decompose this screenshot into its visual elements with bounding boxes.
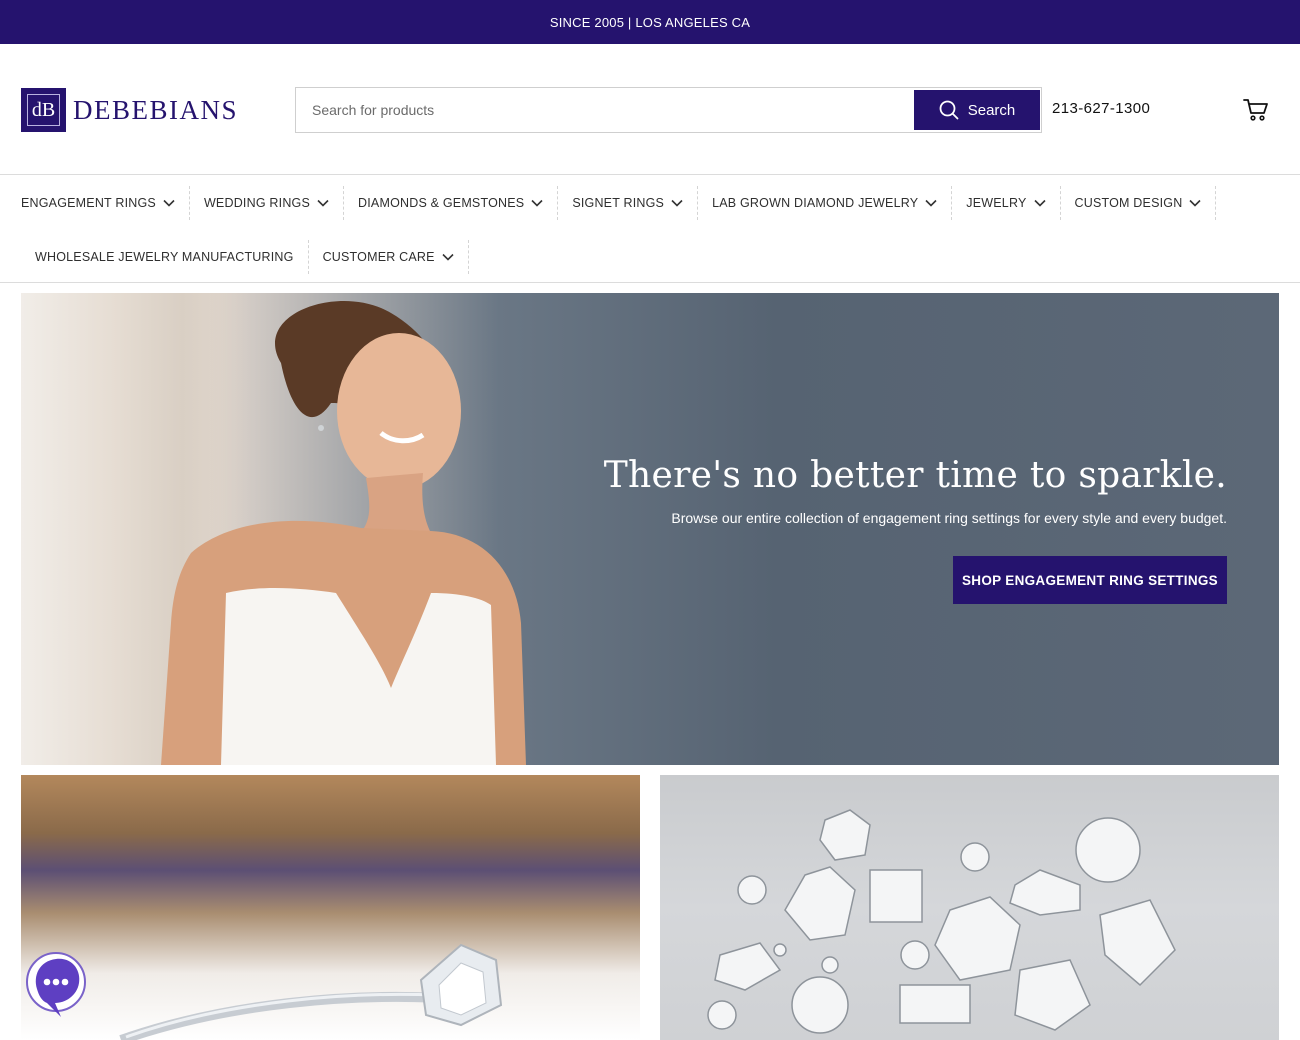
nav-item-custom-design[interactable]: CUSTOM DESIGN <box>1061 186 1217 220</box>
nav-item-signet-rings[interactable]: SIGNET RINGS <box>558 186 699 220</box>
search-button-label: Search <box>967 101 1016 119</box>
announcement-text: SINCE 2005 | LOS ANGELES CA <box>549 14 751 30</box>
chevron-down-icon <box>925 199 937 207</box>
site-header: dB DEBEBIANS Search 213-627-1300 <box>0 44 1300 175</box>
nav-item-label: DIAMONDS & GEMSTONES <box>358 196 525 210</box>
loose-diamonds-promo-tile[interactable] <box>660 775 1279 1040</box>
chevron-down-icon <box>1033 199 1046 207</box>
logo-mark: dB <box>21 88 66 132</box>
search-bar: Search <box>295 87 1042 133</box>
chat-bubble-icon[interactable] <box>25 951 87 1021</box>
engagement-ring-promo-tile[interactable] <box>21 775 640 1040</box>
hero-banner: There's no better time to sparkle. Brows… <box>21 293 1279 765</box>
nav-item-engagement-rings[interactable]: ENGAGEMENT RINGS <box>7 186 190 220</box>
chevron-down-icon <box>1189 199 1202 207</box>
nav-item-label: LAB GROWN DIAMOND JEWELRY <box>712 196 919 210</box>
nav-item-jewelry[interactable]: JEWELRY <box>952 186 1061 220</box>
nav-item-label: WHOLESALE JEWELRY MANUFACTURING <box>35 250 294 264</box>
announcement-bar: SINCE 2005 | LOS ANGELES CA <box>0 0 1300 44</box>
brand-logo[interactable]: dB DEBEBIANS <box>21 88 238 132</box>
main-navigation: ENGAGEMENT RINGS WEDDING RINGS DIAMONDS … <box>0 176 1300 283</box>
nav-item-wedding-rings[interactable]: WEDDING RINGS <box>190 186 345 220</box>
nav-item-label: WEDDING RINGS <box>203 196 311 210</box>
nav-item-label: SIGNET RINGS <box>572 196 665 210</box>
search-input[interactable] <box>296 88 911 132</box>
hero-subtitle: Browse our entire collection of engageme… <box>671 510 1227 526</box>
nav-item-lab-grown-diamond-jewelry[interactable]: LAB GROWN DIAMOND JEWELRY <box>698 186 953 220</box>
nav-row-1: ENGAGEMENT RINGS WEDDING RINGS DIAMONDS … <box>7 186 1217 220</box>
chevron-down-icon <box>163 199 175 207</box>
hero-model-image <box>161 301 526 765</box>
nav-item-label: CUSTOM DESIGN <box>1074 196 1183 210</box>
chevron-down-icon <box>671 199 683 207</box>
nav-item-customer-care[interactable]: CUSTOMER CARE <box>309 240 469 274</box>
nav-item-label: CUSTOMER CARE <box>322 250 435 264</box>
nav-item-wholesale-jewelry-manufacturing[interactable]: WHOLESALE JEWELRY MANUFACTURING <box>21 240 309 274</box>
chevron-down-icon <box>442 253 454 261</box>
nav-item-label: JEWELRY <box>966 196 1027 210</box>
cart-icon[interactable] <box>1243 98 1269 122</box>
shop-engagement-ring-settings-button[interactable]: SHOP ENGAGEMENT RING SETTINGS <box>953 556 1227 604</box>
nav-item-diamonds-gemstones[interactable]: DIAMONDS & GEMSTONES <box>344 186 559 220</box>
search-icon <box>939 100 959 120</box>
nav-row-2: WHOLESALE JEWELRY MANUFACTURING CUSTOMER… <box>21 240 469 274</box>
logo-monogram: dB <box>27 94 60 126</box>
hero-text-block: There's no better time to sparkle. Brows… <box>604 455 1227 526</box>
ring-image <box>119 943 503 1040</box>
phone-number[interactable]: 213-627-1300 <box>1052 100 1150 117</box>
chevron-down-icon <box>317 199 329 207</box>
loose-diamonds-image <box>707 809 1176 1034</box>
search-button[interactable]: Search <box>914 90 1040 130</box>
hero-title: There's no better time to sparkle. <box>603 455 1227 496</box>
chevron-down-icon <box>531 199 543 207</box>
brand-name: DEBEBIANS <box>73 94 239 125</box>
nav-item-label: ENGAGEMENT RINGS <box>21 196 156 210</box>
